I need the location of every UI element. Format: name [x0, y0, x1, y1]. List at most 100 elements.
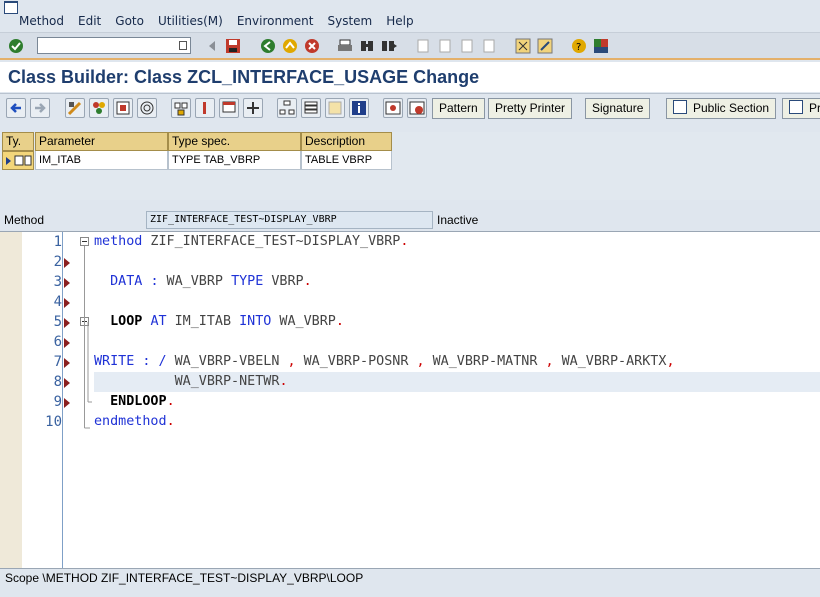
menu-goto[interactable]: Goto: [115, 14, 144, 28]
section-icon: [789, 100, 803, 114]
code-line[interactable]: 10 endmethod.: [0, 412, 820, 432]
check-icon[interactable]: [89, 98, 109, 118]
hierarchy-icon[interactable]: [277, 98, 297, 118]
enter-icon[interactable]: [8, 38, 24, 54]
svg-text:?: ?: [576, 42, 581, 53]
table-cell-description[interactable]: TABLE VBRP: [301, 151, 392, 170]
line-number: 10: [45, 414, 62, 430]
menu-method[interactable]: Method: [19, 14, 64, 28]
table-cell-type-spec[interactable]: TYPE TAB_VBRP: [168, 151, 301, 170]
cancel-icon[interactable]: [304, 38, 320, 54]
code-text: ENDLOOP.: [110, 394, 175, 409]
customize-layout-icon[interactable]: [593, 38, 609, 54]
signature-button[interactable]: Signature: [585, 98, 651, 119]
command-field[interactable]: [37, 37, 191, 54]
protected-section-label: Pr: [809, 101, 820, 115]
next-page-icon[interactable]: [459, 38, 475, 54]
section-icon: [673, 100, 687, 114]
code-line[interactable]: 8 WA_VBRP-NETWR.: [0, 372, 820, 392]
previous-page-icon[interactable]: [437, 38, 453, 54]
display-change-icon[interactable]: [65, 98, 85, 118]
stack-icon[interactable]: [301, 98, 321, 118]
code-line[interactable]: 3 DATA : WA_VBRP TYPE VBRP.: [0, 272, 820, 292]
code-line[interactable]: 9 ENDLOOP.: [0, 392, 820, 412]
public-section-button[interactable]: Public Section: [666, 98, 777, 119]
line-number: 3: [53, 274, 62, 290]
back-arrow-icon[interactable]: [6, 98, 26, 118]
code-line[interactable]: 2: [0, 252, 820, 272]
back-icon[interactable]: [260, 38, 276, 54]
line-number: 1: [53, 234, 62, 250]
first-page-icon[interactable]: [415, 38, 431, 54]
menu-environment[interactable]: Environment: [237, 14, 314, 28]
status-bar: Scope \METHOD ZIF_INTERFACE_TEST~DISPLAY…: [0, 568, 820, 588]
method-name-field: ZIF_INTERFACE_TEST~DISPLAY_VBRP: [146, 211, 433, 229]
system-menu-icon[interactable]: [4, 1, 18, 14]
enhance-icon[interactable]: [383, 98, 403, 118]
last-page-icon[interactable]: [481, 38, 497, 54]
method-label: Method: [4, 213, 45, 227]
menu-edit[interactable]: Edit: [78, 14, 101, 28]
pretty-printer-button[interactable]: Pretty Printer: [488, 98, 573, 119]
importing-parameter-icon: [6, 155, 32, 166]
line-marker-icon: [64, 298, 70, 308]
object-list-icon[interactable]: [171, 98, 191, 118]
line-number: 2: [53, 254, 62, 270]
menu-items: Method Edit Goto Utilities(M) Environmen…: [19, 14, 428, 28]
help-icon[interactable]: ?: [571, 38, 587, 54]
column-header-parameter[interactable]: Parameter: [35, 132, 168, 151]
find-next-icon[interactable]: [381, 38, 397, 54]
code-line[interactable]: 4: [0, 292, 820, 312]
code-line[interactable]: 1 method ZIF_INTERFACE_TEST~DISPLAY_VBRP…: [0, 232, 820, 252]
exit-icon[interactable]: [282, 38, 298, 54]
column-header-description[interactable]: Description: [301, 132, 392, 151]
split-screen-icon[interactable]: [325, 98, 345, 118]
command-history-icon[interactable]: [179, 41, 187, 50]
column-header-type-spec[interactable]: Type spec.: [168, 132, 301, 151]
navigation-window-icon[interactable]: [195, 98, 215, 118]
protected-section-button[interactable]: Pr: [782, 98, 820, 119]
standard-toolbar: ?: [0, 32, 820, 60]
code-editor[interactable]: 1 method ZIF_INTERFACE_TEST~DISPLAY_VBRP…: [0, 231, 820, 568]
menu-system[interactable]: System: [327, 14, 372, 28]
create-session-icon[interactable]: [515, 38, 531, 54]
pattern-button[interactable]: Pattern: [432, 98, 485, 119]
column-header-type[interactable]: Ty.: [2, 132, 34, 151]
collapse-icon[interactable]: [80, 237, 89, 246]
line-marker-icon: [64, 398, 70, 408]
activate-icon[interactable]: [113, 98, 133, 118]
code-line[interactable]: 7 WRITE : / WA_VBRP-VBELN , WA_VBRP-POSN…: [0, 352, 820, 372]
code-text: LOOP AT IM_ITAB INTO WA_VBRP.: [110, 314, 344, 329]
where-used-icon[interactable]: [137, 98, 157, 118]
save-icon[interactable]: [225, 38, 241, 54]
back-arrow-icon[interactable]: [205, 38, 221, 54]
code-text: WA_VBRP-NETWR.: [94, 374, 288, 389]
table-cell-parameter[interactable]: IM_ITAB: [35, 151, 168, 170]
public-section-label: Public Section: [693, 101, 770, 115]
method-status: Inactive: [437, 213, 479, 227]
shortcut-icon[interactable]: [537, 38, 553, 54]
code-line[interactable]: 5 LOOP AT IM_ITAB INTO WA_VBRP.: [0, 312, 820, 332]
line-marker-icon: [64, 378, 70, 388]
info-icon[interactable]: [349, 98, 369, 118]
display-object-list-icon[interactable]: [219, 98, 239, 118]
line-marker-icon: [64, 358, 70, 368]
line-number: 4: [53, 294, 62, 310]
line-number: 6: [53, 334, 62, 350]
enhancement-info-icon[interactable]: [407, 98, 427, 118]
menu-help[interactable]: Help: [386, 14, 413, 28]
menu-utilities[interactable]: Utilities(M): [158, 14, 223, 28]
application-toolbar: Pattern Pretty Printer Signature Public …: [0, 93, 820, 124]
fold-guide-lines: [84, 246, 92, 429]
find-icon[interactable]: [359, 38, 375, 54]
line-marker-icon: [64, 318, 70, 328]
title-bar: Class Builder: Class ZCL_INTERFACE_USAGE…: [0, 62, 820, 92]
forward-arrow-icon[interactable]: [30, 98, 50, 118]
row-selector[interactable]: [2, 151, 34, 170]
insert-icon[interactable]: [243, 98, 263, 118]
code-line[interactable]: 6: [0, 332, 820, 352]
menu-bar: Method Edit Goto Utilities(M) Environmen…: [0, 0, 820, 32]
line-number: 5: [53, 314, 62, 330]
code-text: method ZIF_INTERFACE_TEST~DISPLAY_VBRP.: [94, 234, 409, 249]
print-icon[interactable]: [337, 38, 353, 54]
